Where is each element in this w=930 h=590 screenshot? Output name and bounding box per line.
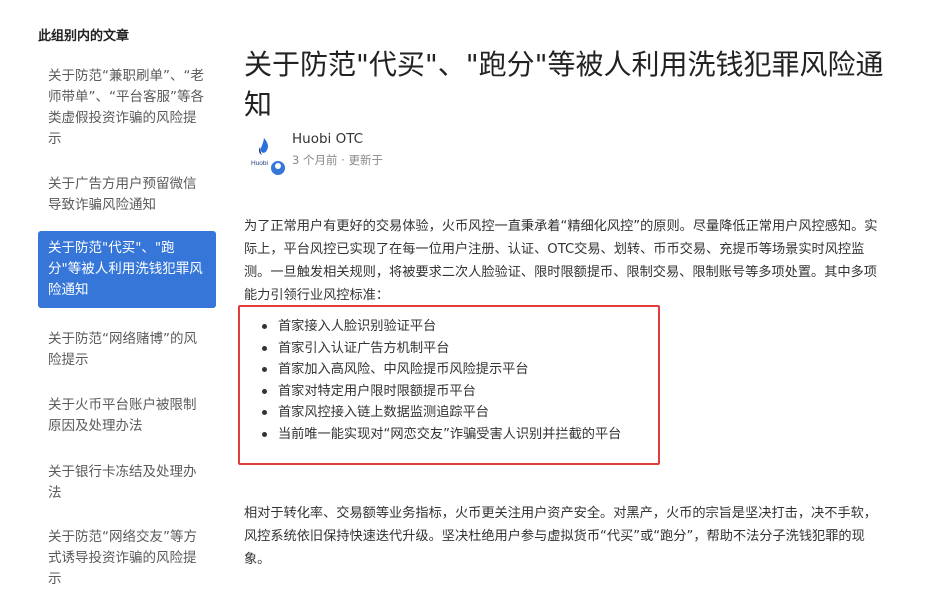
feature-item: 当前唯一能实现对“网恋交友”诈骗受害人识别并拦截的平台 <box>256 424 621 446</box>
feature-item: 首家接入人脸识别验证平台 <box>256 316 621 338</box>
article-meta: 3 个月前 · 更新于 <box>292 153 383 167</box>
sidebar-item-fake-investment[interactable]: 关于防范“兼职刷单”、“老师带单”、“平台客服”等各类虚假投资诈骗的风险提示 <box>38 66 216 150</box>
feature-item: 首家风控接入链上数据监测追踪平台 <box>256 402 621 424</box>
feature-list: 首家接入人脸识别验证平台 首家引入认证广告方机制平台 首家加入高风险、中风险提币… <box>256 316 621 445</box>
article-paragraph-1: 为了正常用户有更好的交易体验，火币风控一直秉承着“精细化风控”的原则。尽量降低正… <box>244 219 878 303</box>
sidebar-item-account-restricted[interactable]: 关于火币平台账户被限制原因及处理办法 <box>38 395 216 437</box>
feature-item: 首家对特定用户限时限额提币平台 <box>256 381 621 403</box>
article-paragraph-2: 相对于转化率、交易额等业务指标，火币更关注用户资产安全。对黑产，火币的宗旨是坚决… <box>244 506 877 567</box>
sidebar-item-gambling[interactable]: 关于防范“网络赌博”的风险提示 <box>38 329 216 371</box>
sidebar-item-wechat-fraud[interactable]: 关于广告方用户预留微信导致诈骗风险通知 <box>38 174 216 216</box>
article-sidebar: 此组别内的文章 关于防范“兼职刷单”、“老师带单”、“平台客服”等各类虚假投资诈… <box>0 0 230 587</box>
avatar[interactable]: Huobi <box>250 134 286 176</box>
user-badge-icon <box>270 160 286 176</box>
feature-item: 首家加入高风险、中风险提币风险提示平台 <box>256 359 621 381</box>
sidebar-item-online-dating[interactable]: 关于防范“网络交友”等方式诱导投资诈骗的风险提示 <box>38 527 216 590</box>
sidebar-title: 此组别内的文章 <box>38 29 130 44</box>
author-name[interactable]: Huobi OTC <box>292 131 363 147</box>
sidebar-item-bank-card-frozen[interactable]: 关于银行卡冻结及处理办法 <box>38 462 216 504</box>
page-title: 关于防范"代买"、"跑分"等被人利用洗钱犯罪风险通知 <box>244 47 884 121</box>
feature-item: 首家引入认证广告方机制平台 <box>256 338 621 360</box>
author-block: Huobi Huobi OTC 3 个月前 · 更新于 <box>244 128 544 176</box>
sidebar-item-money-laundering[interactable]: 关于防范"代买"、"跑分"等被人利用洗钱犯罪风险通知 <box>38 231 216 308</box>
avatar-text: Huobi <box>251 160 268 167</box>
